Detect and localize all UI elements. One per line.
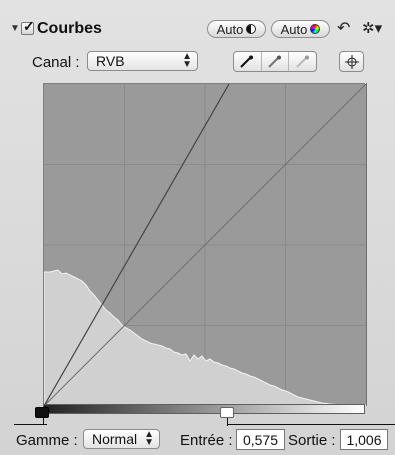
gamma-popup[interactable]: Normal ▲ ▼ [83,429,160,449]
target-button[interactable] [339,51,364,72]
popup-arrows-icon: ▲ ▼ [182,51,192,70]
curves-graph[interactable] [43,83,366,406]
gear-icon[interactable]: ✲▾ [362,21,384,37]
gamma-label: Gamme : [16,432,78,449]
target-icon [344,54,359,69]
black-point-handle[interactable] [35,407,49,418]
channel-label: Canal : [32,54,80,71]
eyedropper-group [233,51,317,72]
undo-arrow-icon[interactable]: ↶ [337,21,353,37]
black-point-eyedropper-icon [240,55,254,68]
auto-contrast-label: Auto [216,21,244,37]
popup-arrows-icon: ▲ ▼ [144,429,154,448]
contrast-icon [246,24,257,34]
curves-panel: ▼ ✓ Courbes Auto Auto ↶ ✲▾ Canal : RVB ▲… [0,0,395,455]
white-point-eyedropper-icon [295,55,309,68]
left-marker-line [43,417,44,425]
gray-point-eyedropper-button[interactable] [262,52,290,71]
gray-point-eyedropper-icon [268,55,281,68]
gamma-selected: Normal [92,431,138,447]
auto-contrast-button[interactable]: Auto [207,20,266,38]
curves-graph-svg [44,84,366,406]
white-point-eyedropper-button[interactable] [289,52,316,71]
output-value-field[interactable]: 1,006 [340,429,388,450]
output-label: Sortie : [288,432,336,449]
gamma-handle[interactable] [220,407,234,418]
output-range-line [227,424,395,425]
checkmark-icon: ✓ [23,18,35,34]
input-value-field[interactable]: 0,575 [236,429,285,450]
gamma-gradient-bar[interactable] [43,404,365,414]
color-wheel-icon [310,24,321,34]
curves-header: ▼ ✓ Courbes Auto Auto ↶ ✲▾ [0,14,395,44]
black-point-eyedropper-button[interactable] [234,52,262,71]
auto-color-button[interactable]: Auto [271,20,330,38]
channel-selected: RVB [96,53,125,69]
input-label: Entrée : [180,432,233,449]
auto-color-label: Auto [280,21,308,37]
section-title: Courbes [37,20,102,37]
curves-enable-checkbox[interactable]: ✓ [21,18,35,35]
channel-popup[interactable]: RVB ▲ ▼ [87,51,198,71]
graph-right-border [366,83,367,406]
disclosure-triangle-icon[interactable]: ▼ [10,24,20,34]
